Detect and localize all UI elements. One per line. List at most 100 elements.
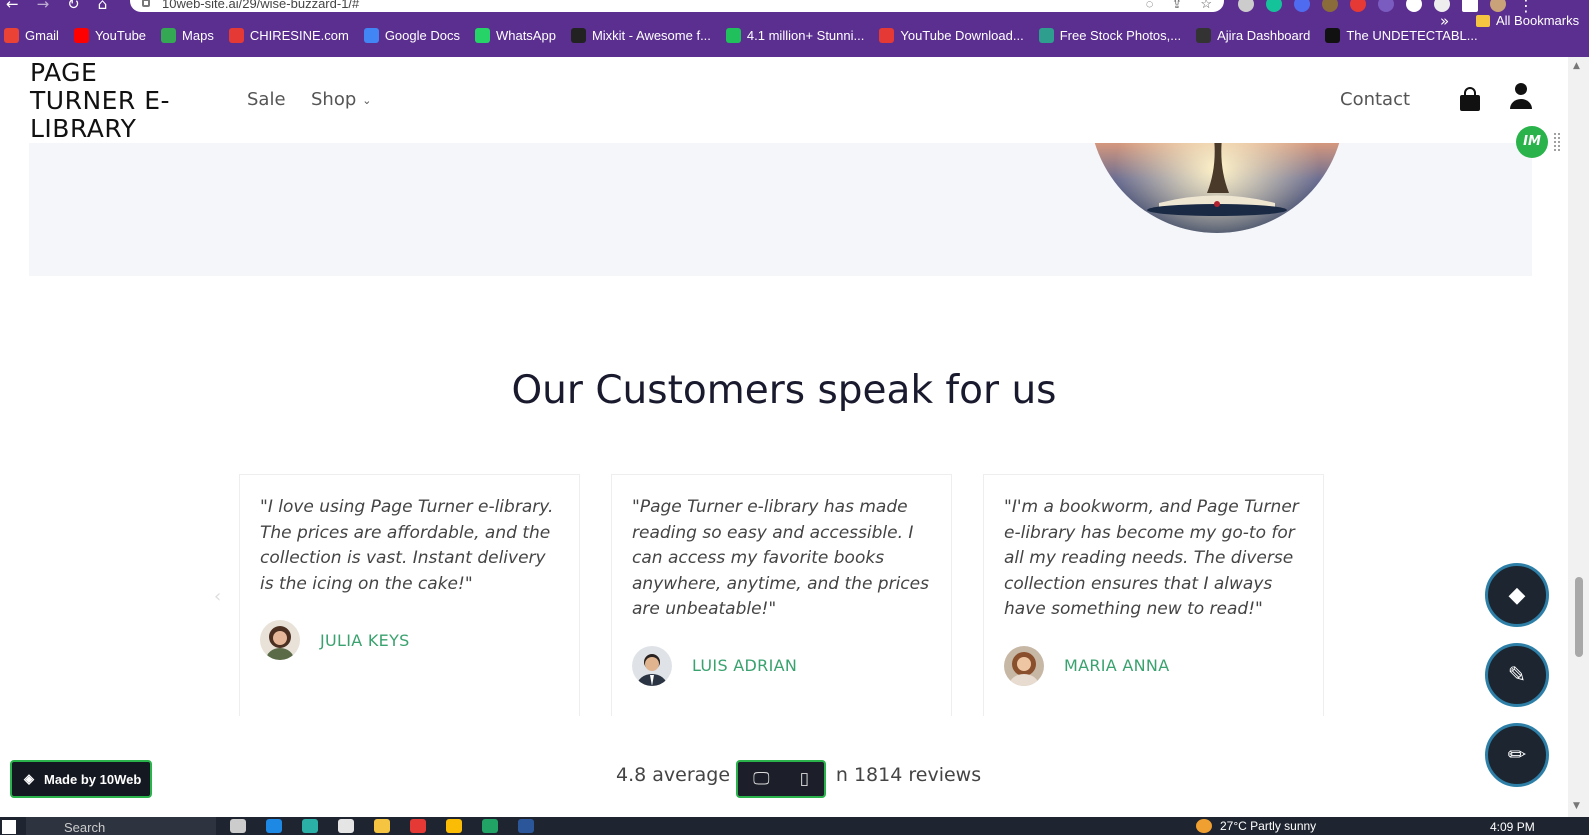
testimonial-card: "Page Turner e-library has made reading … [611, 474, 952, 716]
nav-contact-link[interactable]: Contact [1340, 89, 1410, 110]
shopping-bag-icon[interactable] [1459, 87, 1481, 111]
bookmark-item[interactable]: YouTube Download... [879, 28, 1024, 43]
bookmark-label: Free Stock Photos,... [1059, 28, 1182, 43]
edit-pencil-button[interactable]: ✏ [1485, 723, 1549, 787]
nav-shop-menu[interactable]: Shop ⌄ [311, 89, 372, 110]
made-by-10web-badge[interactable]: ◈ Made by 10Web [10, 760, 152, 798]
im-extension-badge[interactable]: IM [1516, 126, 1548, 158]
device-preview-toggle[interactable]: 🖵 ▯ [736, 760, 826, 798]
bookmark-item[interactable]: Mixkit - Awesome f... [570, 28, 711, 43]
bookmark-item[interactable]: 4.1 million+ Stunni... [725, 28, 865, 43]
bookmark-label: Gmail [25, 28, 59, 43]
bookmark-label: YouTube [94, 28, 147, 43]
bookmark-favicon-icon [73, 28, 89, 43]
scroll-thumb[interactable] [1575, 577, 1583, 657]
chrome-icon[interactable] [446, 819, 462, 833]
bookmark-label: The UNDETECTABL... [1346, 28, 1478, 43]
excel-icon[interactable] [482, 819, 498, 833]
upgrade-diamond-button[interactable]: ◆ [1485, 563, 1549, 627]
nav-sale-link[interactable]: Sale [247, 89, 286, 110]
address-bar[interactable]: 10web-site.ai/29/wise-buzzard-1/# ◌ ⇪ ☆ [130, 0, 1224, 12]
bookmarks-overflow-button[interactable]: » [1440, 12, 1449, 30]
bookmark-item[interactable]: CHIRESINE.com [228, 28, 349, 43]
url-text: 10web-site.ai/29/wise-buzzard-1/# [162, 0, 360, 11]
extension-icon[interactable] [1350, 0, 1366, 12]
store-icon[interactable] [338, 819, 354, 833]
bookmark-favicon-icon [363, 28, 379, 43]
bookmark-item[interactable]: Free Stock Photos,... [1038, 28, 1182, 43]
drag-handle-icon[interactable] [1553, 132, 1561, 152]
menu-icon[interactable]: ⋮ [1518, 0, 1534, 15]
desktop-icon[interactable]: 🖵 [753, 769, 769, 789]
profile-avatar[interactable] [1490, 0, 1506, 12]
browser-toolbar: ← → ↻ ⌂ 10web-site.ai/29/wise-buzzard-1/… [0, 0, 1589, 15]
site-info-icon[interactable] [142, 0, 150, 7]
scroll-down-icon[interactable]: ▼ [1573, 801, 1580, 811]
testimonial-card: "I'm a bookworm, and Page Turner e-libra… [983, 474, 1324, 716]
rating-suffix: n 1814 reviews [835, 764, 982, 786]
chrome-icon[interactable] [410, 819, 426, 833]
user-account-icon[interactable] [1509, 82, 1533, 110]
bookmark-item[interactable]: The UNDETECTABL... [1325, 28, 1478, 43]
bookmarks-bar: Gmail YouTube Maps CHIRESINE.com Google Docs… [0, 14, 1589, 57]
bookmark-item[interactable]: WhatsApp [474, 28, 556, 43]
windows-start-icon[interactable] [2, 820, 16, 834]
testimonials-title: Our Customers speak for us [511, 368, 1057, 413]
scroll-up-icon[interactable]: ▲ [1573, 61, 1580, 71]
diamond-icon: ◈ [24, 771, 34, 786]
bookmark-favicon-icon [4, 28, 19, 43]
carousel-prev-icon[interactable]: ‹ [214, 586, 221, 607]
rating-prefix: 4.8 average r [616, 764, 744, 786]
testimonial-author: JULIA KEYS [260, 620, 559, 660]
bookmark-item[interactable]: Gmail [4, 28, 59, 43]
page-scrollbar[interactable]: ▲ ▼ [1568, 57, 1589, 817]
bookmark-item[interactable]: YouTube [73, 28, 147, 43]
taskbar-weather[interactable]: 27°C Partly sunny [1196, 819, 1316, 833]
taskbar-apps [230, 819, 534, 833]
taskbar-clock[interactable]: 4:09 PM [1490, 820, 1535, 834]
all-bookmarks-button[interactable]: All Bookmarks [1476, 13, 1579, 28]
bookmark-item[interactable]: Maps [161, 28, 214, 43]
bookmark-favicon-icon [1038, 28, 1054, 43]
page-edit-button[interactable]: ✎ [1485, 643, 1549, 707]
bookmark-label: 4.1 million+ Stunni... [746, 28, 865, 43]
bookmark-label: Mixkit - Awesome f... [591, 28, 711, 43]
edge-icon[interactable] [302, 819, 318, 833]
taskbar-search[interactable]: Search [26, 817, 216, 835]
extension-icon[interactable] [1378, 0, 1394, 12]
taskview-icon[interactable] [230, 819, 246, 833]
bookmark-item[interactable]: Google Docs [363, 28, 460, 43]
document-edit-icon: ✎ [1507, 662, 1527, 688]
testimonial-quote: "I love using Page Turner e-library. The… [260, 497, 554, 594]
back-icon[interactable]: ← [6, 0, 19, 13]
author-name: MARIA ANNA [1064, 656, 1170, 675]
grammarly-icon[interactable] [1266, 0, 1282, 12]
bookmark-favicon-icon [725, 28, 741, 43]
bookmark-favicon-icon [161, 28, 177, 43]
extension-icon[interactable] [1238, 0, 1254, 12]
made-by-label: Made by 10Web [44, 771, 142, 787]
mobile-icon[interactable]: ▯ [800, 769, 809, 789]
puzzle-icon[interactable] [1406, 0, 1422, 12]
testimonial-quote: "Page Turner e-library has made reading … [632, 497, 929, 619]
extension-icon[interactable] [1322, 0, 1338, 12]
nav-shop-label: Shop [311, 89, 357, 110]
bookmark-label: Google Docs [384, 28, 460, 43]
site-logo[interactable]: PAGE TURNER E-LIBRARY [30, 59, 190, 143]
bookmark-item[interactable]: Ajira Dashboard [1196, 28, 1310, 43]
extension-icon[interactable] [1294, 0, 1310, 12]
mail-icon[interactable] [266, 819, 282, 833]
sidepanel-icon[interactable] [1462, 0, 1478, 12]
author-name: LUIS ADRIAN [692, 656, 798, 675]
bookmark-label: Maps [182, 28, 214, 43]
reload-icon[interactable]: ↻ [67, 0, 80, 13]
weather-text: 27°C Partly sunny [1220, 819, 1317, 833]
forward-icon[interactable]: → [37, 0, 50, 13]
folder-icon[interactable] [374, 819, 390, 833]
testimonial-author: LUIS ADRIAN [632, 645, 931, 686]
word-icon[interactable] [518, 819, 534, 833]
testimonial-quote: "I'm a bookworm, and Page Turner e-libra… [1004, 497, 1299, 619]
media-icon[interactable] [1434, 0, 1450, 12]
home-icon[interactable]: ⌂ [98, 0, 108, 13]
weather-icon [1196, 819, 1212, 833]
